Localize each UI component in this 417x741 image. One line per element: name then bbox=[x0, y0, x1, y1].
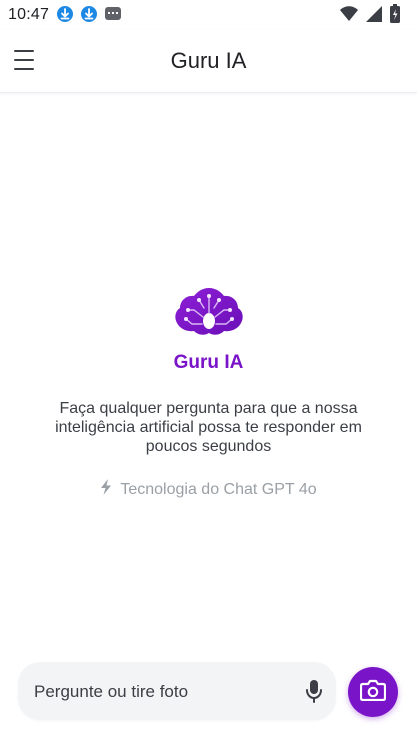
tech-note-label: Tecnologia do Chat GPT 4o bbox=[120, 480, 317, 498]
system-status-icons bbox=[339, 4, 401, 29]
download-icon bbox=[80, 5, 98, 23]
microphone-icon[interactable] bbox=[304, 678, 324, 704]
brain-circuit-icon bbox=[172, 286, 246, 338]
camera-button[interactable] bbox=[348, 667, 398, 717]
wifi-icon bbox=[339, 5, 359, 28]
camera-icon bbox=[359, 679, 387, 706]
lightning-icon bbox=[100, 479, 112, 500]
app-bar: Guru IA bbox=[0, 30, 417, 93]
prompt-input[interactable] bbox=[32, 678, 286, 706]
status-time: 10:47 bbox=[8, 6, 50, 23]
download-icon bbox=[56, 5, 74, 23]
sms-icon bbox=[104, 5, 122, 23]
status-bar: 10:47 bbox=[0, 0, 417, 30]
intro-description: Faça qualquer pergunta para que a nossa … bbox=[55, 400, 362, 455]
notification-icons bbox=[56, 5, 122, 23]
battery-icon bbox=[389, 4, 401, 29]
composer-bar bbox=[18, 662, 336, 720]
brand-name: Guru IA bbox=[173, 352, 244, 373]
signal-icon bbox=[365, 5, 383, 28]
tech-note: Tecnologia do Chat GPT 4o bbox=[0, 479, 417, 500]
page-title: Guru IA bbox=[170, 48, 247, 73]
